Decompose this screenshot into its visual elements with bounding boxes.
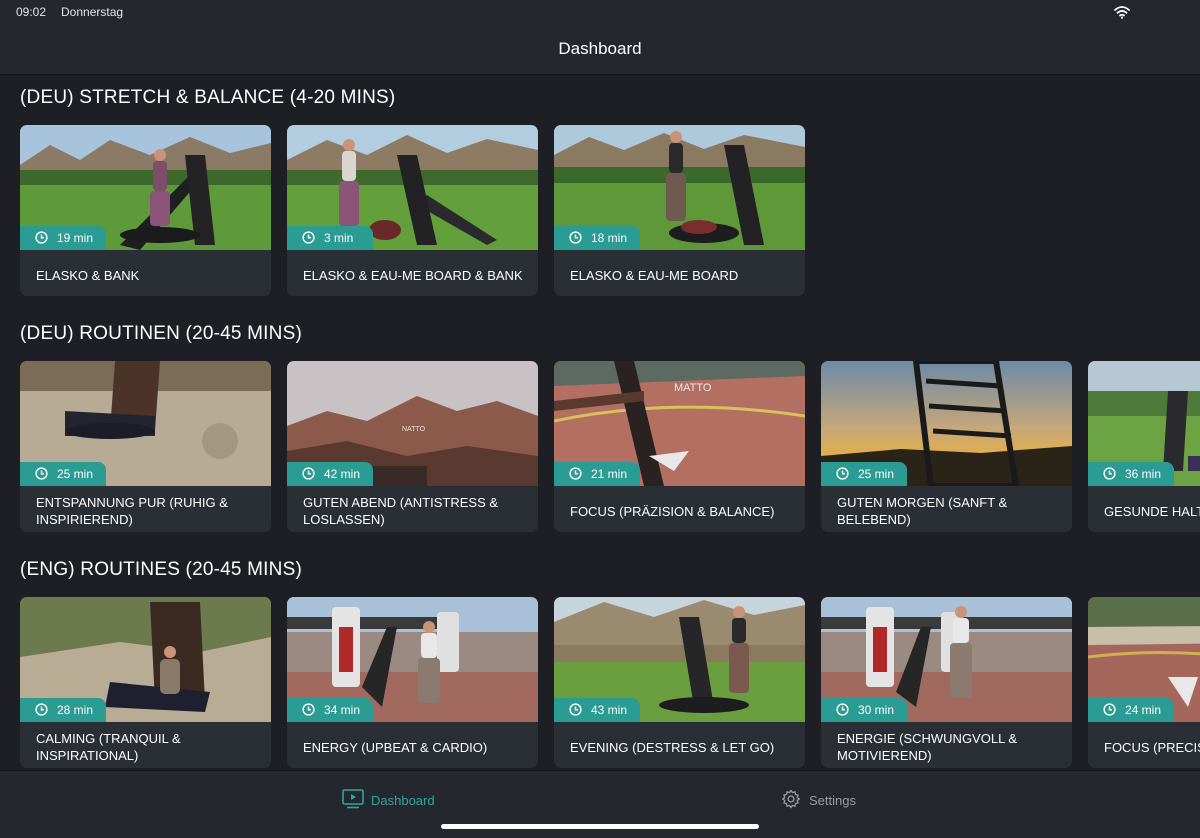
video-card[interactable]: 3 min ELASKO & EAU-ME BOARD & BANK (287, 125, 538, 296)
clock-icon (35, 703, 48, 716)
duration-badge: 18 min (554, 226, 640, 250)
duration-badge: 21 min (554, 462, 640, 486)
clock-icon (1103, 703, 1116, 716)
card-title: ENERGY (UPBEAT & CARDIO) (303, 739, 488, 755)
clock-icon (569, 231, 582, 244)
card-title: FOCUS (PRECISION & BALANCE) (1104, 739, 1200, 755)
clock-icon (302, 231, 315, 244)
gear-icon (781, 789, 801, 809)
duration-text: 18 min (591, 231, 628, 245)
card-title: GESUNDE HALTUNG ÜBUNG (1104, 503, 1200, 519)
card-title: ELASKO & EAU-ME BOARD & BANK (303, 267, 523, 283)
video-card[interactable]: NATTO 42 min GUTEN ABEND (ANTISTRESS & L… (287, 361, 538, 532)
section-title: (ENG) ROUTINES (20-45 MINS) (20, 559, 302, 580)
duration-text: 42 min (324, 467, 361, 481)
card-title: ENTSPANNUNG PUR (RUHIG & INSPIRIEREND) (36, 495, 228, 527)
section-stretch-balance: (DEU) STRETCH & BALANCE (4-20 MINS) 19 m… (0, 76, 1200, 306)
video-card[interactable]: 43 min EVENING (DESTRESS & LET GO) (554, 597, 805, 768)
svg-text:MATTO: MATTO (674, 382, 712, 394)
duration-badge: 28 min (20, 698, 106, 722)
card-title: GUTEN MORGEN (SANFT & BELEBEND) (837, 495, 1008, 527)
duration-badge: 30 min (821, 698, 907, 722)
clock-icon (836, 703, 849, 716)
duration-text: 21 min (591, 467, 628, 481)
video-card[interactable]: 34 min ENERGY (UPBEAT & CARDIO) (287, 597, 538, 768)
section-title: (DEU) STRETCH & BALANCE (4-20 MINS) (20, 87, 396, 108)
duration-badge: 43 min (554, 698, 640, 722)
duration-badge: 24 min (1088, 698, 1174, 722)
status-day: Donnerstag (61, 5, 124, 19)
video-card[interactable]: 28 min CALMING (TRANQUIL & INSPIRATIONAL… (20, 597, 271, 768)
duration-text: 19 min (57, 231, 94, 245)
clock-icon (569, 467, 582, 480)
clock-icon (569, 703, 582, 716)
video-card[interactable]: 25 min ENTSPANNUNG PUR (RUHIG & INSPIRIE… (20, 361, 271, 532)
clock-icon (1103, 467, 1116, 480)
card-title: GUTEN ABEND (ANTISTRESS & LOSLASSEN) (303, 495, 499, 527)
video-card[interactable]: 30 min ENERGIE (SCHWUNGVOLL & MOTIVIEREN… (821, 597, 1072, 768)
svg-text:NATTO: NATTO (402, 426, 426, 433)
duration-badge: 19 min (20, 226, 106, 250)
duration-text: 34 min (324, 703, 361, 717)
tab-label: Dashboard (371, 793, 435, 808)
video-card[interactable]: 24 min FOCUS (PRECISION & BALANCE) (1088, 597, 1200, 768)
clock-icon (302, 467, 315, 480)
status-time: 09:02 (16, 5, 47, 19)
card-title: FOCUS (PRÄZISION & BALANCE) (570, 503, 775, 519)
card-title: ELASKO & BANK (36, 267, 140, 283)
video-card[interactable]: 25 min GUTEN MORGEN (SANFT & BELEBEND) (821, 361, 1072, 532)
card-title: ELASKO & EAU-ME BOARD (570, 267, 739, 283)
duration-badge: 36 min (1088, 462, 1174, 486)
clock-icon (836, 467, 849, 480)
wifi-icon (1114, 6, 1130, 19)
clock-icon (302, 703, 315, 716)
duration-text: 28 min (57, 703, 94, 717)
tab-label: Settings (809, 793, 856, 808)
status-bar: 09:02 Donnerstag (0, 0, 1200, 24)
duration-text: 25 min (57, 467, 94, 481)
duration-text: 30 min (858, 703, 895, 717)
video-card[interactable]: MATTO 21 min FOCUS (PRÄZISION & BALANCE) (554, 361, 805, 532)
page-title: Dashboard (558, 39, 642, 58)
duration-badge: 3 min (287, 226, 373, 250)
monitor-play-icon (342, 789, 364, 809)
section-routinen: (DEU) ROUTINEN (20-45 MINS) 25 min ENTSP… (0, 312, 1200, 542)
duration-text: 25 min (858, 467, 895, 481)
video-card[interactable]: 19 min ELASKO & BANK (20, 125, 271, 296)
section-title: (DEU) ROUTINEN (20-45 MINS) (20, 323, 302, 344)
card-title: CALMING (TRANQUIL & INSPIRATIONAL) (36, 731, 181, 763)
duration-text: 24 min (1125, 703, 1162, 717)
duration-badge: 25 min (821, 462, 907, 486)
dashboard-content[interactable]: (DEU) STRETCH & BALANCE (4-20 MINS) 19 m… (0, 76, 1200, 770)
duration-text: 36 min (1125, 467, 1162, 481)
card-title: ENERGIE (SCHWUNGVOLL & MOTIVIEREND) (837, 731, 1018, 763)
duration-text: 3 min (324, 231, 354, 245)
navigation-bar: Dashboard (0, 24, 1200, 75)
card-title: EVENING (DESTRESS & LET GO) (570, 739, 775, 755)
section-routines-eng: (ENG) ROUTINES (20-45 MINS) 28 min CALMI… (0, 548, 1200, 770)
duration-badge: 42 min (287, 462, 373, 486)
video-card[interactable]: 18 min ELASKO & EAU-ME BOARD (554, 125, 805, 296)
home-indicator (441, 824, 759, 829)
video-card[interactable]: 36 min GESUNDE HALTUNG ÜBUNG (1088, 361, 1200, 532)
duration-text: 43 min (591, 703, 628, 717)
duration-badge: 34 min (287, 698, 373, 722)
duration-badge: 25 min (20, 462, 106, 486)
clock-icon (35, 467, 48, 480)
clock-icon (35, 231, 48, 244)
